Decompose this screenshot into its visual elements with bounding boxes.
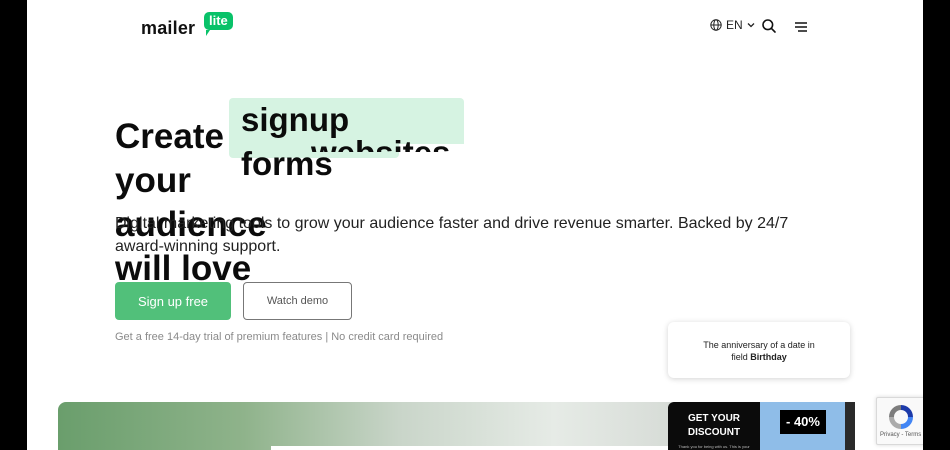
- recaptcha-links[interactable]: Privacy - Terms: [880, 432, 921, 438]
- menu-button[interactable]: [794, 20, 808, 32]
- trial-note: Get a free 14-day trial of premium featu…: [115, 331, 444, 343]
- preview-card-edge: [271, 446, 671, 450]
- search-button[interactable]: [761, 18, 777, 34]
- trigger-field-name: Birthday: [750, 352, 787, 362]
- hero-description: Digital marketing tools to grow your aud…: [115, 215, 789, 255]
- promo-card-edge: [845, 402, 855, 450]
- sign-up-free-button[interactable]: Sign up free: [115, 282, 231, 320]
- watch-demo-button[interactable]: Watch demo: [243, 282, 352, 320]
- discount-badge: - 40%: [780, 410, 826, 434]
- promo-title-line-1: GET YOUR: [687, 413, 741, 424]
- headline-prefix: Create: [115, 117, 224, 156]
- recaptcha-icon: [889, 405, 913, 429]
- logo-wordmark: mailer: [141, 18, 196, 38]
- page: mailer lite EN Create signup forms your …: [27, 0, 923, 450]
- chevron-down-icon: [747, 23, 755, 28]
- product-preview-banner: [58, 402, 678, 450]
- recaptcha-badge[interactable]: Privacy - Terms: [876, 397, 923, 445]
- promo-title: GET YOUR DISCOUNT: [668, 412, 760, 440]
- automation-trigger-card: The anniversary of a date in field Birth…: [668, 322, 850, 378]
- promo-small-text: Thank you for being with us. This is you…: [678, 444, 750, 449]
- trigger-field-line: field Birthday: [668, 351, 850, 363]
- trigger-field-prefix: field: [731, 352, 751, 362]
- language-selector[interactable]: EN: [710, 18, 755, 32]
- hamburger-menu-icon: [795, 22, 807, 32]
- promo-card-blue: - 40%: [760, 402, 845, 450]
- search-icon: [762, 19, 776, 33]
- logo-badge: lite: [204, 12, 233, 36]
- globe-icon: [710, 19, 722, 31]
- headline-highlight-next-text: websites: [311, 138, 450, 152]
- promo-title-line-2: DISCOUNT: [687, 427, 741, 438]
- trigger-description: The anniversary of a date in: [703, 340, 815, 350]
- promo-card-dark: GET YOUR DISCOUNT Thank you for being wi…: [668, 402, 760, 450]
- mailerlite-logo[interactable]: mailer lite: [141, 12, 241, 42]
- language-label: EN: [726, 18, 743, 32]
